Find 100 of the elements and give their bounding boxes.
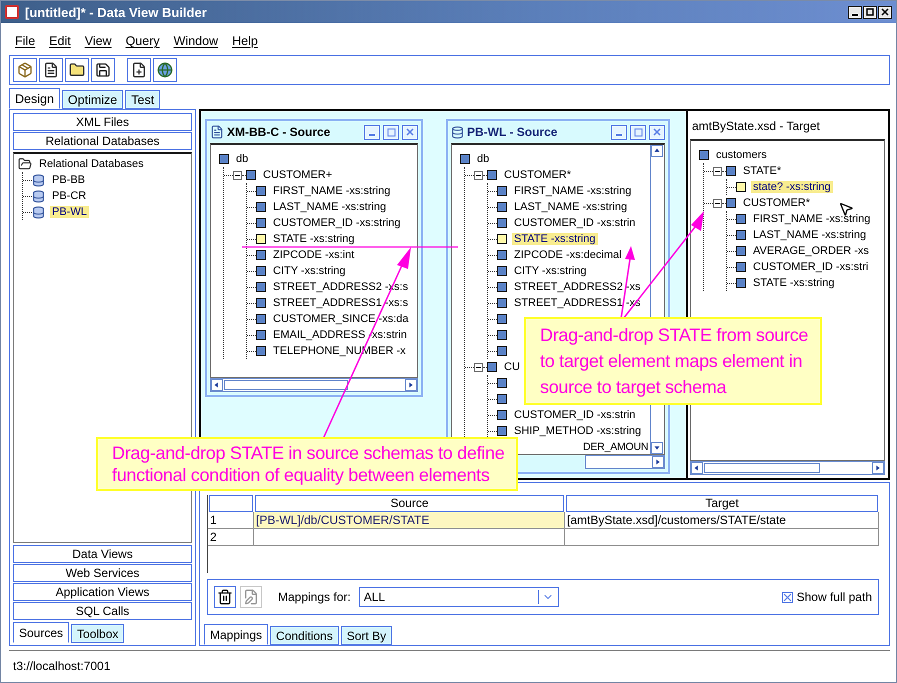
tree-item[interactable]: FIRST_NAME -xs:string: [751, 213, 872, 225]
tab[interactable]: Test: [125, 90, 160, 109]
tree-item[interactable]: LAST_NAME -xs:string: [751, 229, 868, 241]
tree-item[interactable]: ZIPCODE -xs:int: [271, 249, 356, 261]
row-number: 2: [208, 529, 254, 546]
tab[interactable]: Sort By: [340, 626, 392, 645]
tree-item[interactable]: STATE -xs:string: [512, 233, 598, 245]
maximize-button[interactable]: [863, 6, 877, 18]
scroll-right-icon[interactable]: [652, 456, 664, 468]
save-icon[interactable]: [91, 58, 115, 82]
category-button[interactable]: XML Files: [13, 113, 192, 131]
tab[interactable]: Optimize: [62, 90, 124, 109]
tree-item[interactable]: db: [475, 153, 492, 165]
horizontal-scrollbar[interactable]: [585, 455, 665, 469]
tree-item[interactable]: STREET_ADDRESS2 -xs: [512, 281, 643, 293]
tree-item[interactable]: CUSTOMER*: [741, 197, 812, 209]
tree-item[interactable]: STREET_ADDRESS1 -xs:s: [271, 297, 410, 309]
tree-item[interactable]: STATE*: [741, 165, 784, 177]
database-icon: [32, 174, 45, 186]
menu-item[interactable]: Window: [170, 34, 228, 48]
tree-item[interactable]: STATE -xs:string: [271, 233, 356, 245]
tree-item[interactable]: CUSTOMER_ID -xs:strin: [512, 217, 638, 229]
menu-item[interactable]: File: [11, 34, 46, 48]
tree-item[interactable]: CUSTOMER_ID -xs:strin: [512, 409, 638, 421]
tree-toggle[interactable]: [713, 198, 722, 208]
tree-item[interactable]: PB-CR: [50, 190, 88, 202]
tree-row[interactable]: [488, 311, 507, 327]
tree-item[interactable]: CUSTOMER_ID -xs:string: [271, 217, 403, 229]
tab[interactable]: Conditions: [270, 626, 339, 645]
category-button[interactable]: Application Views: [13, 583, 192, 601]
category-button[interactable]: SQL Calls: [13, 602, 192, 620]
tree-row[interactable]: [488, 343, 507, 359]
delete-button[interactable]: [214, 586, 236, 608]
tree-row[interactable]: [488, 391, 507, 407]
category-button[interactable]: Data Views: [13, 545, 192, 563]
close-icon: [653, 128, 661, 136]
scroll-left-icon[interactable]: [691, 462, 703, 474]
scroll-left-icon[interactable]: [211, 379, 223, 391]
tree-item[interactable]: AVERAGE_ORDER -xs: [751, 245, 871, 257]
tab[interactable]: Sources: [13, 622, 70, 643]
tree-toggle[interactable]: [713, 166, 722, 176]
full-path-checkbox[interactable]: [782, 592, 793, 602]
tree-item[interactable]: LAST_NAME -xs:string: [512, 201, 630, 213]
tree-item[interactable]: CUSTOMER_SINCE -xs:da: [271, 313, 410, 325]
new-file-icon[interactable]: [39, 58, 63, 82]
tree-item[interactable]: LAST_NAME -xs:string: [271, 201, 388, 213]
menu-item[interactable]: Help: [228, 34, 268, 48]
tree-item[interactable]: CUSTOMER+: [261, 169, 334, 181]
tree-item[interactable]: SHIP_METHOD -xs:string: [512, 425, 644, 437]
table-header[interactable]: Source: [255, 495, 564, 512]
tree-item[interactable]: CUSTOMER_ID -xs:stri: [751, 261, 870, 273]
tree-item[interactable]: DER_AMOUN: [581, 441, 650, 453]
menu-item[interactable]: Query: [122, 34, 170, 48]
scroll-down-icon[interactable]: [651, 442, 663, 454]
menu-item[interactable]: Edit: [45, 34, 81, 48]
tree-item[interactable]: FIRST_NAME -xs:string: [512, 185, 634, 197]
tree-item[interactable]: FIRST_NAME -xs:string: [271, 185, 392, 197]
tab[interactable]: Mappings: [204, 624, 268, 645]
tree-item[interactable]: CITY -xs:string: [271, 265, 348, 277]
tree-item[interactable]: STATE -xs:string: [751, 277, 836, 289]
menu-item[interactable]: View: [80, 34, 122, 48]
tree-item[interactable]: PB-BB: [50, 174, 88, 186]
filter-label: Mappings for:: [278, 590, 351, 604]
mappings-dropdown[interactable]: ALL: [358, 587, 559, 607]
tree-toggle[interactable]: [233, 170, 242, 180]
tree-item[interactable]: Relational Databases: [37, 158, 146, 170]
tree-item[interactable]: db: [234, 153, 250, 165]
maximize-icon: [386, 128, 396, 136]
tree-row[interactable]: [488, 327, 507, 343]
tree-item[interactable]: ZIPCODE -xs:decimal: [512, 249, 624, 261]
tree-item[interactable]: CUSTOMER*: [502, 169, 574, 181]
folder-icon[interactable]: [65, 58, 89, 82]
table-header[interactable]: Target: [566, 495, 878, 512]
add-file-icon[interactable]: [127, 58, 151, 82]
tree-item[interactable]: PB-WL: [50, 206, 89, 218]
horizontal-scrollbar[interactable]: [690, 461, 885, 475]
scroll-up-icon[interactable]: [651, 145, 663, 157]
tree-item[interactable]: CITY -xs:string: [512, 265, 589, 277]
package-icon[interactable]: [13, 58, 37, 82]
app-icon: [5, 5, 19, 19]
checkbox-label: Show full path: [796, 590, 872, 604]
window-title: [untitled]* - Data View Builder: [25, 4, 208, 20]
globe-icon[interactable]: [153, 58, 177, 82]
tree-toggle[interactable]: [474, 362, 483, 372]
tree-toggle[interactable]: [474, 170, 483, 180]
category-button[interactable]: Web Services: [13, 564, 192, 582]
minimize-button[interactable]: [848, 6, 862, 18]
tab[interactable]: Design: [9, 88, 60, 109]
scroll-right-icon[interactable]: [405, 379, 417, 391]
database-icon: [451, 126, 464, 138]
tree-row[interactable]: [488, 375, 507, 391]
tree-item[interactable]: state? -xs:string: [751, 181, 833, 193]
element-icon: [219, 154, 229, 164]
close-button[interactable]: [878, 6, 892, 18]
tab[interactable]: Toolbox: [71, 624, 124, 643]
tree-item[interactable]: CU: [502, 361, 522, 373]
category-button[interactable]: Relational Databases: [13, 132, 192, 150]
tree-item[interactable]: customers: [714, 149, 769, 161]
scroll-right-icon[interactable]: [872, 462, 884, 474]
horizontal-scrollbar[interactable]: [210, 378, 418, 392]
